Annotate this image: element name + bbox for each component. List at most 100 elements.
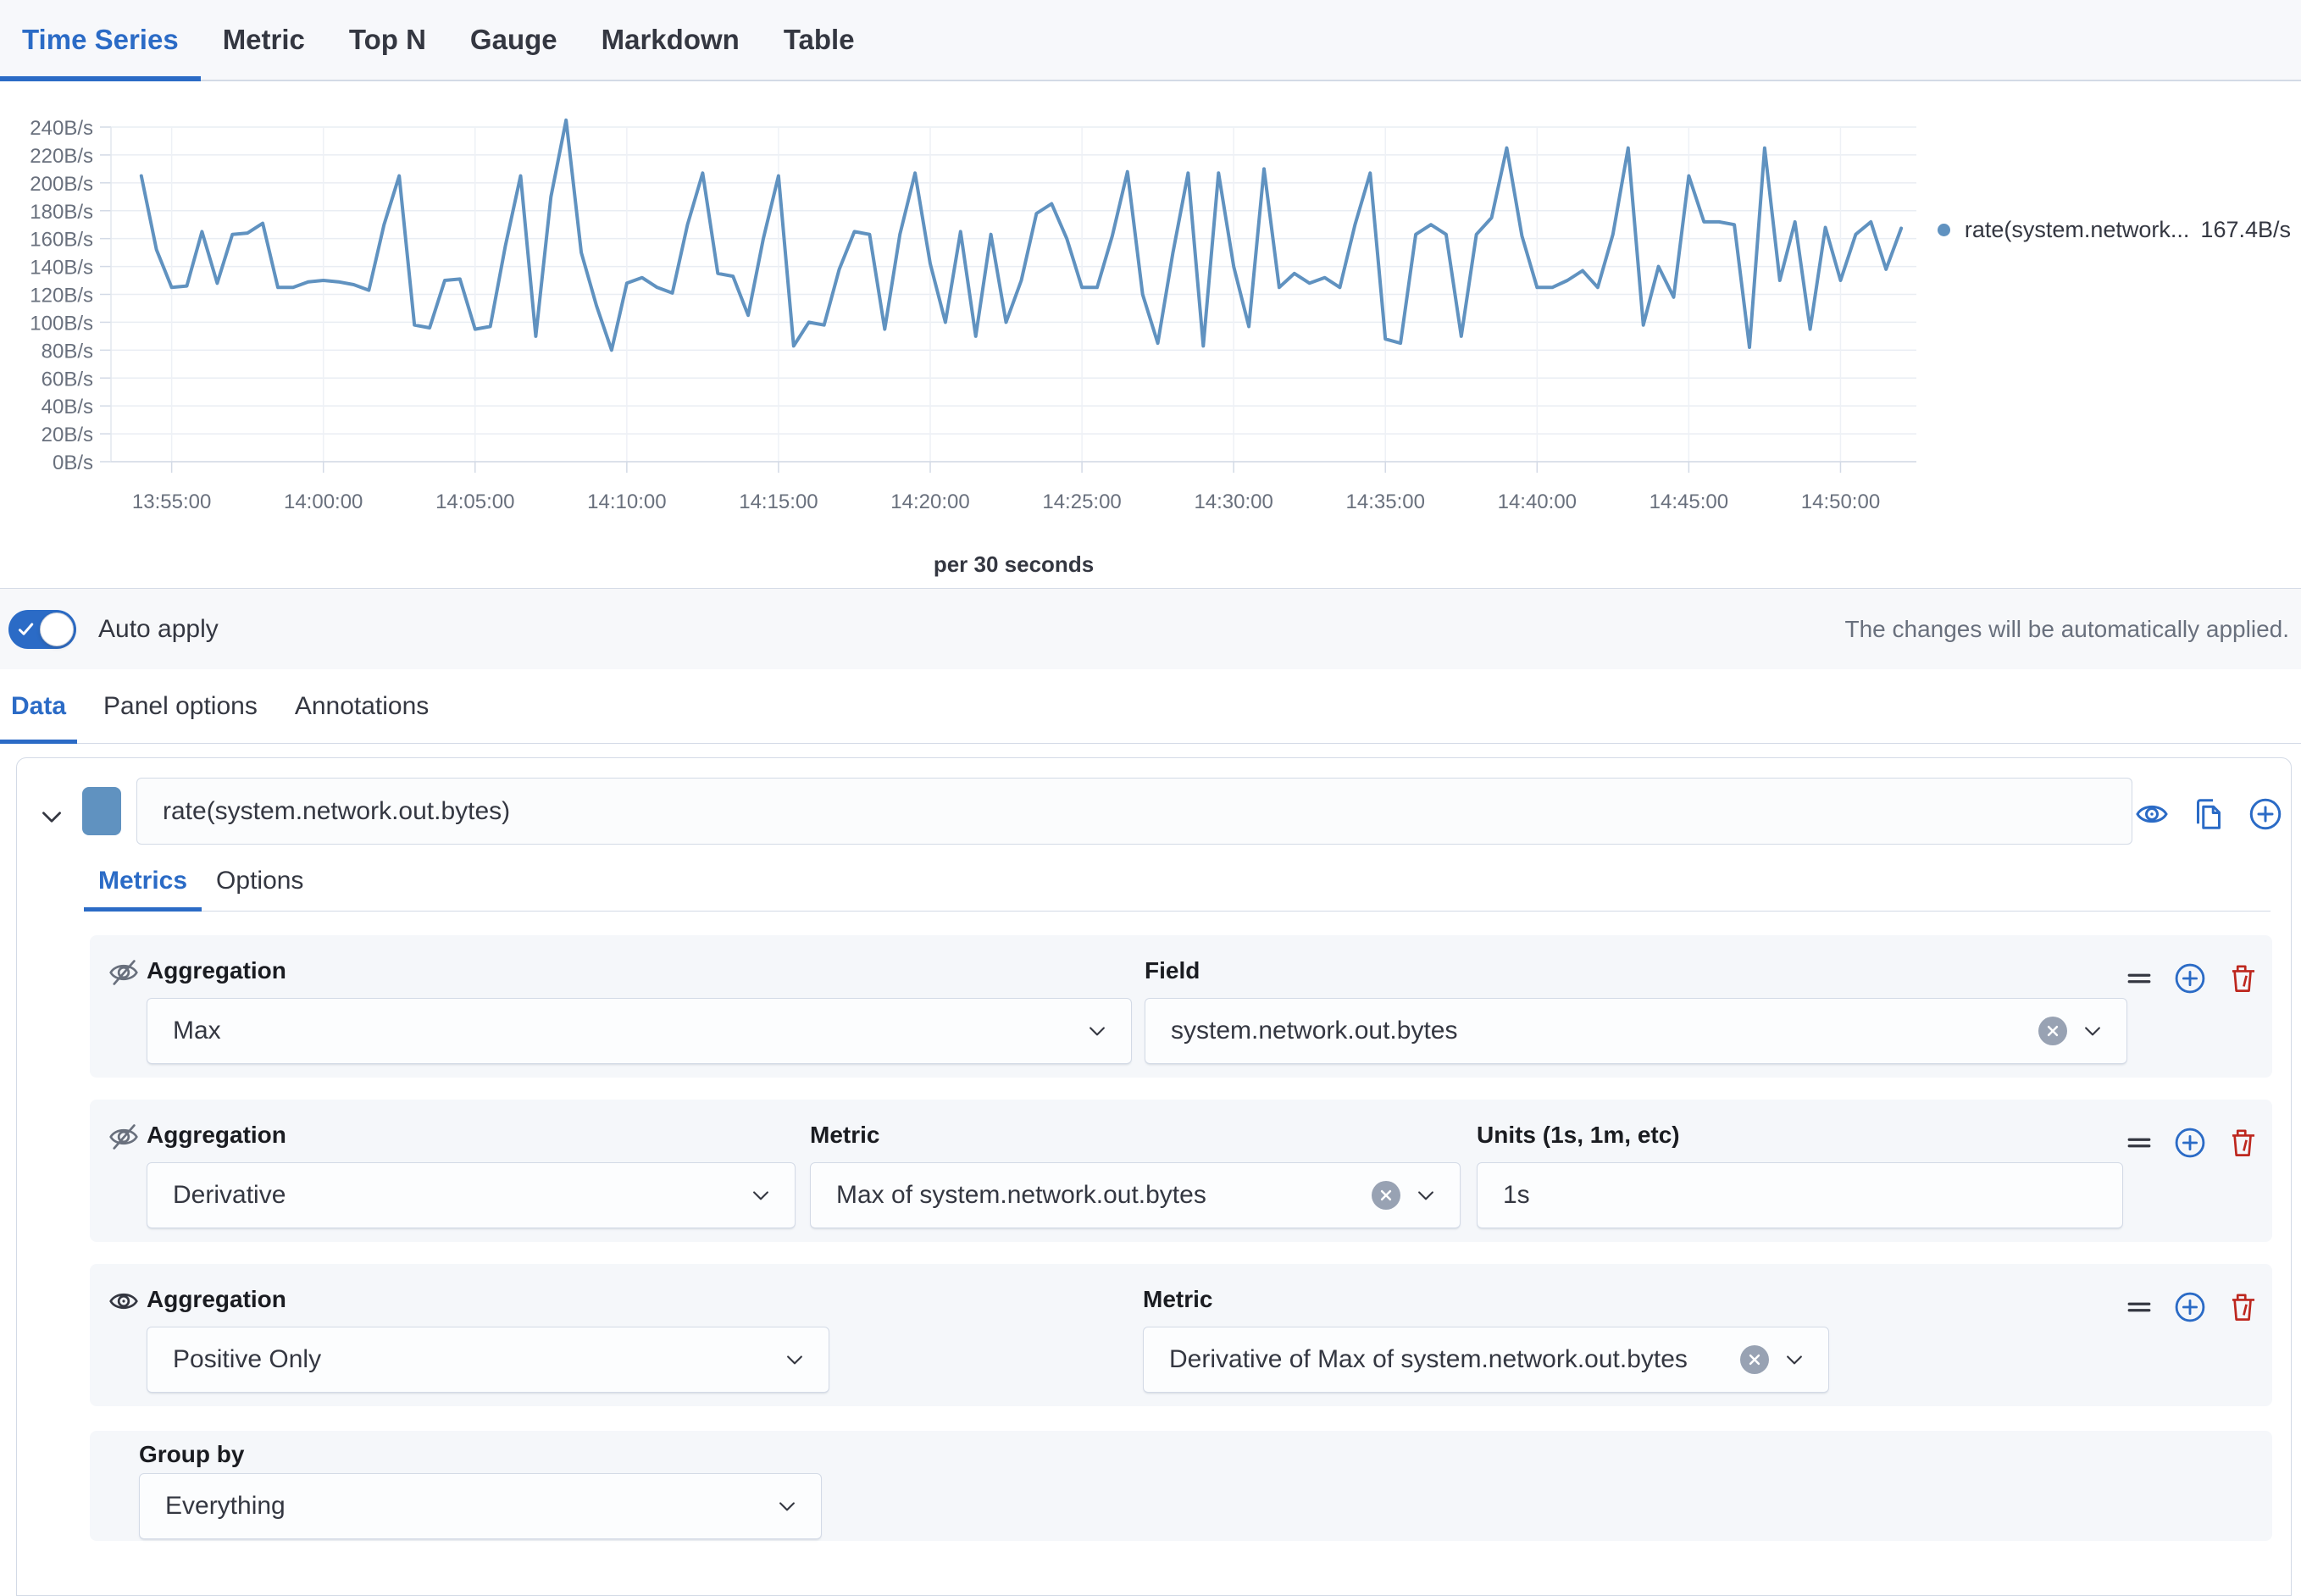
- svg-text:100B/s: 100B/s: [30, 312, 93, 335]
- metric-row-derivative: Aggregation Derivative Metric Max of sys…: [90, 1100, 2272, 1242]
- eye-closed-icon: [108, 957, 139, 988]
- tab-panel-options-label: Panel options: [103, 692, 258, 721]
- group-by-value: Everything: [165, 1492, 286, 1521]
- aggregation-select[interactable]: Positive Only: [147, 1327, 829, 1393]
- svg-text:80B/s: 80B/s: [42, 340, 93, 363]
- check-icon: [16, 619, 36, 640]
- metric-field: Metric Max of system.network.out.bytes: [810, 1122, 1461, 1228]
- clear-icon[interactable]: [1740, 1345, 1769, 1374]
- svg-text:220B/s: 220B/s: [30, 145, 93, 168]
- toggle-knob: [40, 612, 74, 646]
- svg-text:60B/s: 60B/s: [42, 368, 93, 391]
- metric-value: Max of system.network.out.bytes: [836, 1181, 1206, 1210]
- series-label-input[interactable]: [136, 778, 2132, 845]
- chevron-down-icon: [1085, 1019, 1109, 1043]
- legend-series-dot: [1938, 224, 1950, 236]
- add-metric-icon[interactable]: [2174, 1291, 2206, 1323]
- chevron-down-icon: [783, 1348, 807, 1372]
- aggregation-select[interactable]: Derivative: [147, 1162, 796, 1228]
- aggregation-label: Aggregation: [147, 957, 1132, 984]
- tab-options-label: Options: [216, 867, 303, 895]
- aggregation-field: Aggregation Derivative: [147, 1122, 796, 1228]
- tab-annotations[interactable]: Annotations: [284, 669, 440, 743]
- tab-time-series-label: Time Series: [22, 24, 179, 56]
- field-combobox[interactable]: system.network.out.bytes: [1145, 998, 2127, 1064]
- eye-icon: [108, 1286, 139, 1316]
- trash-icon[interactable]: [2228, 962, 2259, 995]
- tab-markdown[interactable]: Markdown: [579, 0, 762, 80]
- tab-options[interactable]: Options: [202, 863, 318, 911]
- auto-apply-toggle[interactable]: [8, 610, 76, 649]
- chart-legend-item[interactable]: rate(system.network... 167.4B/s: [1938, 217, 2291, 243]
- svg-text:per 30 seconds: per 30 seconds: [934, 551, 1094, 577]
- trash-icon[interactable]: [2228, 1291, 2259, 1323]
- chart-svg: 0B/s20B/s40B/s60B/s80B/s100B/s120B/s140B…: [0, 81, 2301, 588]
- metric-combobox[interactable]: Max of system.network.out.bytes: [810, 1162, 1461, 1228]
- chevron-down-icon[interactable]: [37, 802, 66, 831]
- tab-metric-label: Metric: [223, 24, 305, 56]
- drag-handle-icon[interactable]: [2126, 1298, 2152, 1316]
- editor-tabs: Data Panel options Annotations: [0, 669, 2301, 744]
- tab-gauge-label: Gauge: [470, 24, 557, 56]
- tab-markdown-label: Markdown: [602, 24, 740, 56]
- aggregation-label: Aggregation: [147, 1122, 796, 1149]
- add-metric-icon[interactable]: [2174, 1127, 2206, 1159]
- metric-combobox[interactable]: Derivative of Max of system.network.out.…: [1143, 1327, 1829, 1393]
- aggregation-value: Derivative: [173, 1181, 286, 1210]
- group-by-row: Group by Everything: [90, 1431, 2272, 1541]
- svg-text:14:05:00: 14:05:00: [435, 490, 514, 513]
- aggregation-value: Max: [173, 1017, 221, 1045]
- tab-data-label: Data: [11, 692, 66, 721]
- svg-text:20B/s: 20B/s: [42, 424, 93, 446]
- tab-data[interactable]: Data: [0, 669, 77, 743]
- drag-handle-icon[interactable]: [2126, 969, 2152, 988]
- metric-row-max: Aggregation Max Field system.network.out…: [90, 935, 2272, 1078]
- aggregation-field: Aggregation Positive Only: [147, 1286, 829, 1393]
- tab-metrics-label: Metrics: [98, 867, 187, 895]
- series-color-swatch[interactable]: [82, 787, 121, 835]
- field-field: Field system.network.out.bytes: [1145, 957, 2127, 1064]
- series-header: [17, 758, 2291, 863]
- auto-apply-bar: Auto apply The changes will be automatic…: [0, 588, 2301, 669]
- drag-handle-icon[interactable]: [2126, 1133, 2152, 1152]
- eye-icon[interactable]: [2135, 797, 2169, 831]
- svg-text:14:35:00: 14:35:00: [1346, 490, 1425, 513]
- svg-text:0B/s: 0B/s: [53, 452, 93, 474]
- chevron-down-icon[interactable]: [1414, 1183, 1438, 1207]
- clear-icon[interactable]: [2038, 1017, 2067, 1045]
- metric-label: Metric: [1143, 1286, 1829, 1313]
- svg-text:140B/s: 140B/s: [30, 257, 93, 280]
- add-metric-icon[interactable]: [2174, 962, 2206, 995]
- svg-text:14:50:00: 14:50:00: [1801, 490, 1880, 513]
- chevron-down-icon[interactable]: [1783, 1348, 1806, 1372]
- svg-text:120B/s: 120B/s: [30, 285, 93, 308]
- svg-text:13:55:00: 13:55:00: [132, 490, 211, 513]
- trash-icon[interactable]: [2228, 1127, 2259, 1159]
- panel-type-tabs: Time Series Metric Top N Gauge Markdown …: [0, 0, 2301, 81]
- tab-gauge[interactable]: Gauge: [448, 0, 579, 80]
- tab-metrics[interactable]: Metrics: [84, 863, 202, 911]
- tab-annotations-label: Annotations: [295, 692, 429, 721]
- tab-metric[interactable]: Metric: [201, 0, 327, 80]
- field-label: Field: [1145, 957, 2127, 984]
- svg-text:14:20:00: 14:20:00: [890, 490, 969, 513]
- svg-text:14:30:00: 14:30:00: [1194, 490, 1272, 513]
- chart-plot-area: 0B/s20B/s40B/s60B/s80B/s100B/s120B/s140B…: [0, 81, 2301, 592]
- auto-apply-label: Auto apply: [98, 615, 219, 644]
- tab-top-n[interactable]: Top N: [327, 0, 448, 80]
- tab-panel-options[interactable]: Panel options: [92, 669, 269, 743]
- metric-row-positive-only: Aggregation Positive Only Metric Derivat…: [90, 1264, 2272, 1406]
- metric-row-actions: [2126, 1127, 2259, 1159]
- group-by-select[interactable]: Everything: [139, 1473, 822, 1539]
- aggregation-select[interactable]: Max: [147, 998, 1132, 1064]
- metric-row-actions: [2126, 1291, 2259, 1323]
- tab-table-label: Table: [784, 24, 855, 56]
- eye-closed-icon: [108, 1122, 139, 1152]
- add-series-icon[interactable]: [2248, 797, 2282, 831]
- tab-time-series[interactable]: Time Series: [0, 0, 201, 80]
- units-input[interactable]: [1477, 1162, 2123, 1228]
- chevron-down-icon[interactable]: [2081, 1019, 2104, 1043]
- tab-table[interactable]: Table: [762, 0, 877, 80]
- clear-icon[interactable]: [1372, 1181, 1400, 1210]
- clone-icon[interactable]: [2192, 797, 2226, 831]
